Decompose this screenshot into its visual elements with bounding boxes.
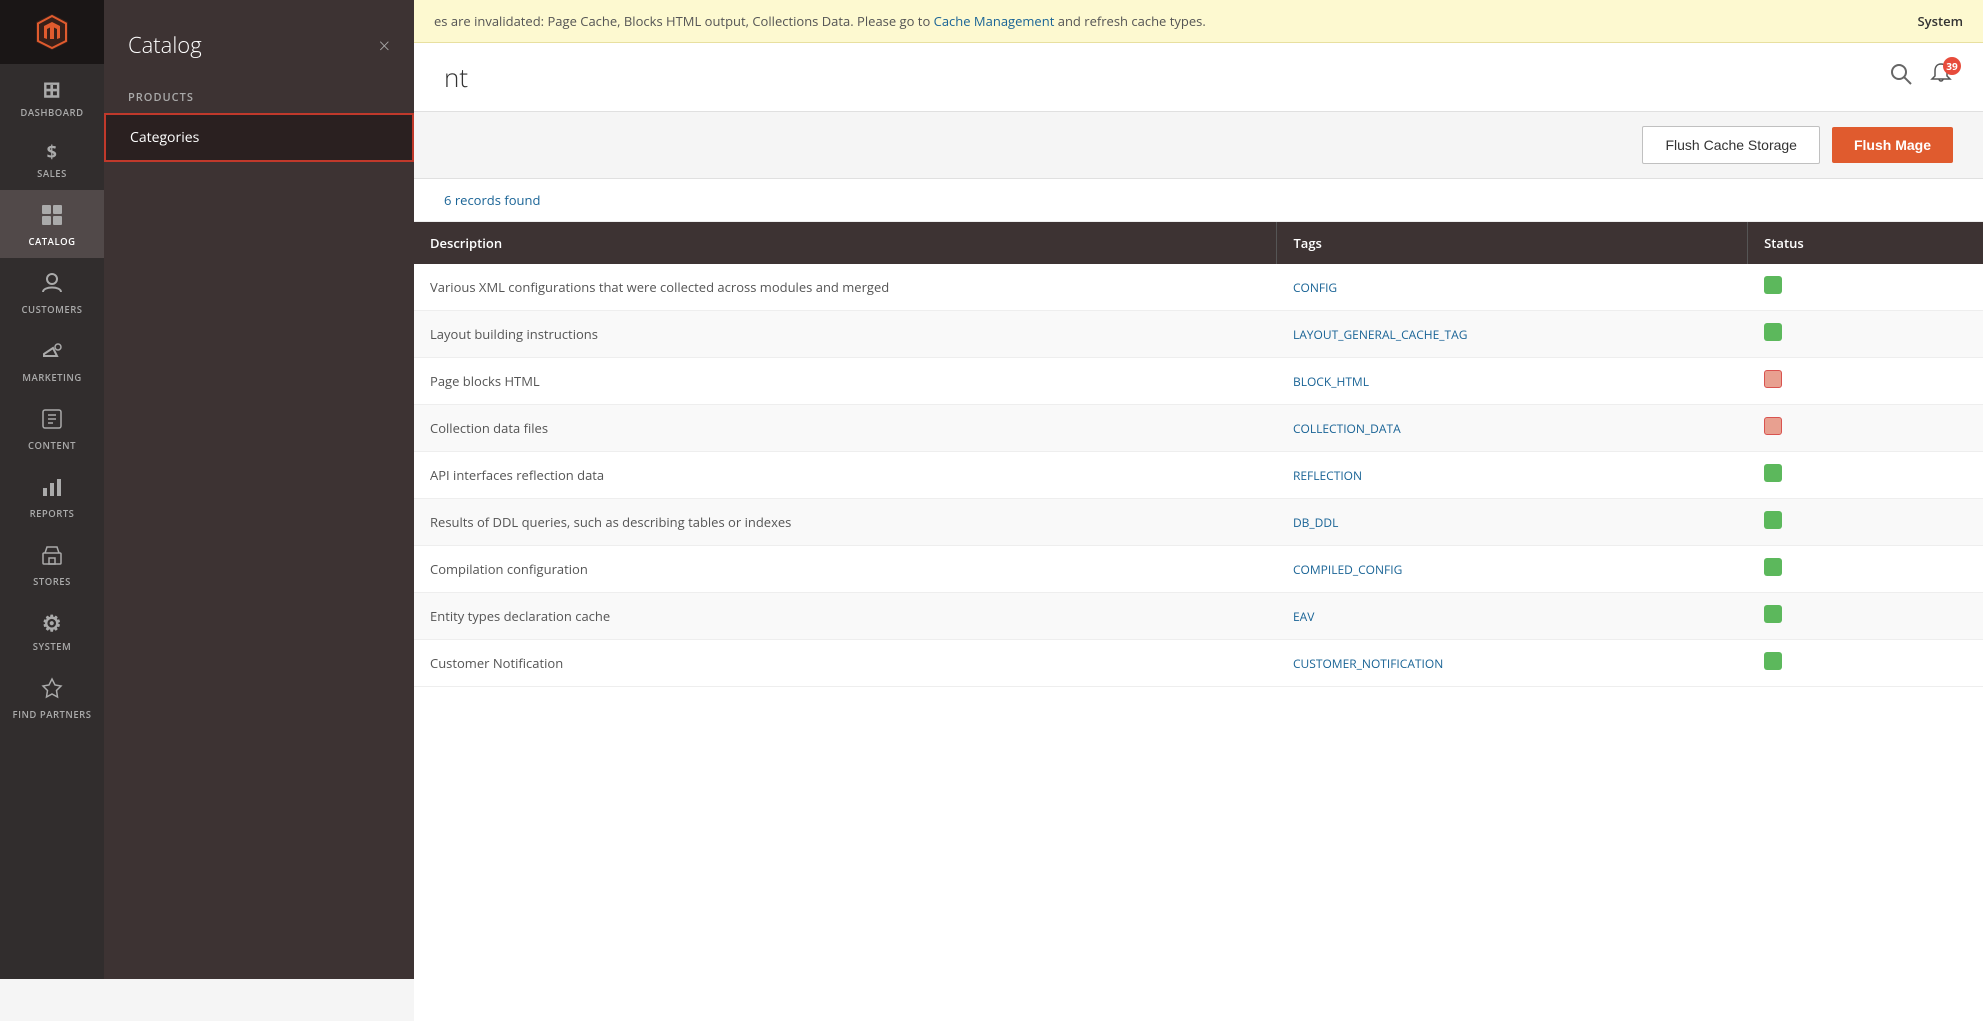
sidebar-item-catalog[interactable]: CATALOG <box>0 190 104 258</box>
page-header: nt 39 <box>414 43 1983 112</box>
table-row: Compilation configurationCOMPILED_CONFIG <box>414 546 1983 593</box>
sidebar-item-sales[interactable]: $ SALES <box>0 129 104 190</box>
records-info: 6 records found <box>414 179 1983 222</box>
catalog-panel-header: Catalog × <box>104 20 414 80</box>
sidebar-item-reports[interactable]: REPORTS <box>0 462 104 530</box>
catalog-icon <box>41 204 63 229</box>
cell-description: Page blocks HTML <box>414 358 1277 405</box>
catalog-flyout-panel: Catalog × Products Categories <box>104 0 414 979</box>
status-indicator[interactable] <box>1764 276 1782 294</box>
status-indicator[interactable] <box>1764 464 1782 482</box>
cell-tags: DB_DDL <box>1277 499 1748 546</box>
content-icon <box>41 408 63 433</box>
header-actions: 39 <box>1889 62 1953 93</box>
table-row: API interfaces reflection dataREFLECTION <box>414 452 1983 499</box>
sidebar: ⊞ DASHBOARD $ SALES CATALOG CUSTOMERS <box>0 0 104 979</box>
cell-status <box>1748 264 1983 311</box>
column-header-description: Description <box>414 222 1277 264</box>
cell-description: Customer Notification <box>414 640 1277 687</box>
table-row: Entity types declaration cacheEAV <box>414 593 1983 640</box>
cell-description: API interfaces reflection data <box>414 452 1277 499</box>
catalog-section-products-label: Products <box>104 80 414 113</box>
cache-management-link[interactable]: Cache Management <box>934 12 1055 30</box>
records-count: 6 <box>444 191 451 209</box>
status-indicator[interactable] <box>1764 417 1782 435</box>
notification-count-badge: 39 <box>1943 57 1961 75</box>
cell-description: Compilation configuration <box>414 546 1277 593</box>
flush-mage-button[interactable]: Flush Mage <box>1832 127 1953 163</box>
cell-status <box>1748 499 1983 546</box>
cell-description: Results of DDL queries, such as describi… <box>414 499 1277 546</box>
cell-status <box>1748 546 1983 593</box>
status-indicator[interactable] <box>1764 511 1782 529</box>
cell-description: Various XML configurations that were col… <box>414 264 1277 311</box>
status-indicator[interactable] <box>1764 652 1782 670</box>
cell-status <box>1748 452 1983 499</box>
records-count-link[interactable]: 6 records found <box>444 191 540 209</box>
marketing-icon <box>41 340 63 365</box>
notification-suffix: and refresh cache types. <box>1058 12 1206 30</box>
cell-status <box>1748 640 1983 687</box>
cell-tags: EAV <box>1277 593 1748 640</box>
table-row: Customer NotificationCUSTOMER_NOTIFICATI… <box>414 640 1983 687</box>
sidebar-item-dashboard[interactable]: ⊞ DASHBOARD <box>0 64 104 129</box>
main-content: es are invalidated: Page Cache, Blocks H… <box>414 0 1983 1021</box>
table-row: Various XML configurations that were col… <box>414 264 1983 311</box>
cell-tags: COMPILED_CONFIG <box>1277 546 1748 593</box>
table-row: Page blocks HTMLBLOCK_HTML <box>414 358 1983 405</box>
search-button[interactable] <box>1889 62 1913 92</box>
stores-icon <box>41 544 63 569</box>
content-area: Description Tags Status Various XML conf… <box>414 222 1983 1021</box>
table-row: Collection data filesCOLLECTION_DATA <box>414 405 1983 452</box>
column-header-status: Status <box>1748 222 1983 264</box>
cell-tags: BLOCK_HTML <box>1277 358 1748 405</box>
status-indicator[interactable] <box>1764 605 1782 623</box>
logo[interactable] <box>0 0 104 64</box>
status-indicator[interactable] <box>1764 323 1782 341</box>
table-row: Layout building instructionsLAYOUT_GENER… <box>414 311 1983 358</box>
notification-bell[interactable]: 39 <box>1929 62 1953 93</box>
catalog-menu-item-categories[interactable]: Categories <box>104 113 414 162</box>
system-label: System <box>1918 12 1963 30</box>
cell-description: Collection data files <box>414 405 1277 452</box>
cache-toolbar: Flush Cache Storage Flush Mage <box>414 112 1983 179</box>
sidebar-item-stores[interactable]: STORES <box>0 530 104 598</box>
status-indicator[interactable] <box>1764 558 1782 576</box>
table-row: Results of DDL queries, such as describi… <box>414 499 1983 546</box>
system-icon: ⚙ <box>42 612 62 634</box>
sidebar-item-content[interactable]: CONTENT <box>0 394 104 462</box>
column-header-tags: Tags <box>1277 222 1748 264</box>
page-header-left: nt <box>444 59 468 95</box>
cell-tags: COLLECTION_DATA <box>1277 405 1748 452</box>
cell-tags: CONFIG <box>1277 264 1748 311</box>
cell-description: Entity types declaration cache <box>414 593 1277 640</box>
dashboard-icon: ⊞ <box>43 78 62 100</box>
cache-table: Description Tags Status Various XML conf… <box>414 222 1983 687</box>
notification-message: es are invalidated: Page Cache, Blocks H… <box>434 12 1206 30</box>
catalog-panel-title: Catalog <box>128 30 202 60</box>
sidebar-item-customers[interactable]: CUSTOMERS <box>0 258 104 326</box>
notification-bar: es are invalidated: Page Cache, Blocks H… <box>414 0 1983 43</box>
cell-status <box>1748 593 1983 640</box>
cell-description: Layout building instructions <box>414 311 1277 358</box>
cell-tags: LAYOUT_GENERAL_CACHE_TAG <box>1277 311 1748 358</box>
cell-tags: CUSTOMER_NOTIFICATION <box>1277 640 1748 687</box>
cell-status <box>1748 358 1983 405</box>
cell-tags: REFLECTION <box>1277 452 1748 499</box>
notification-prefix: es are invalidated: Page Cache, Blocks H… <box>434 12 934 30</box>
flush-cache-storage-button[interactable]: Flush Cache Storage <box>1642 126 1820 164</box>
sidebar-item-system[interactable]: ⚙ SYSTEM <box>0 598 104 663</box>
page-title: nt <box>444 59 468 95</box>
status-indicator[interactable] <box>1764 370 1782 388</box>
sales-icon: $ <box>47 143 58 161</box>
cell-status <box>1748 311 1983 358</box>
catalog-panel-close-button[interactable]: × <box>379 32 390 59</box>
customers-icon <box>41 272 63 297</box>
sidebar-item-marketing[interactable]: MARKETING <box>0 326 104 394</box>
reports-icon <box>41 476 63 501</box>
sidebar-item-find-partners[interactable]: FIND PARTNERS <box>0 663 104 731</box>
find-partners-icon <box>41 677 63 702</box>
cell-status <box>1748 405 1983 452</box>
